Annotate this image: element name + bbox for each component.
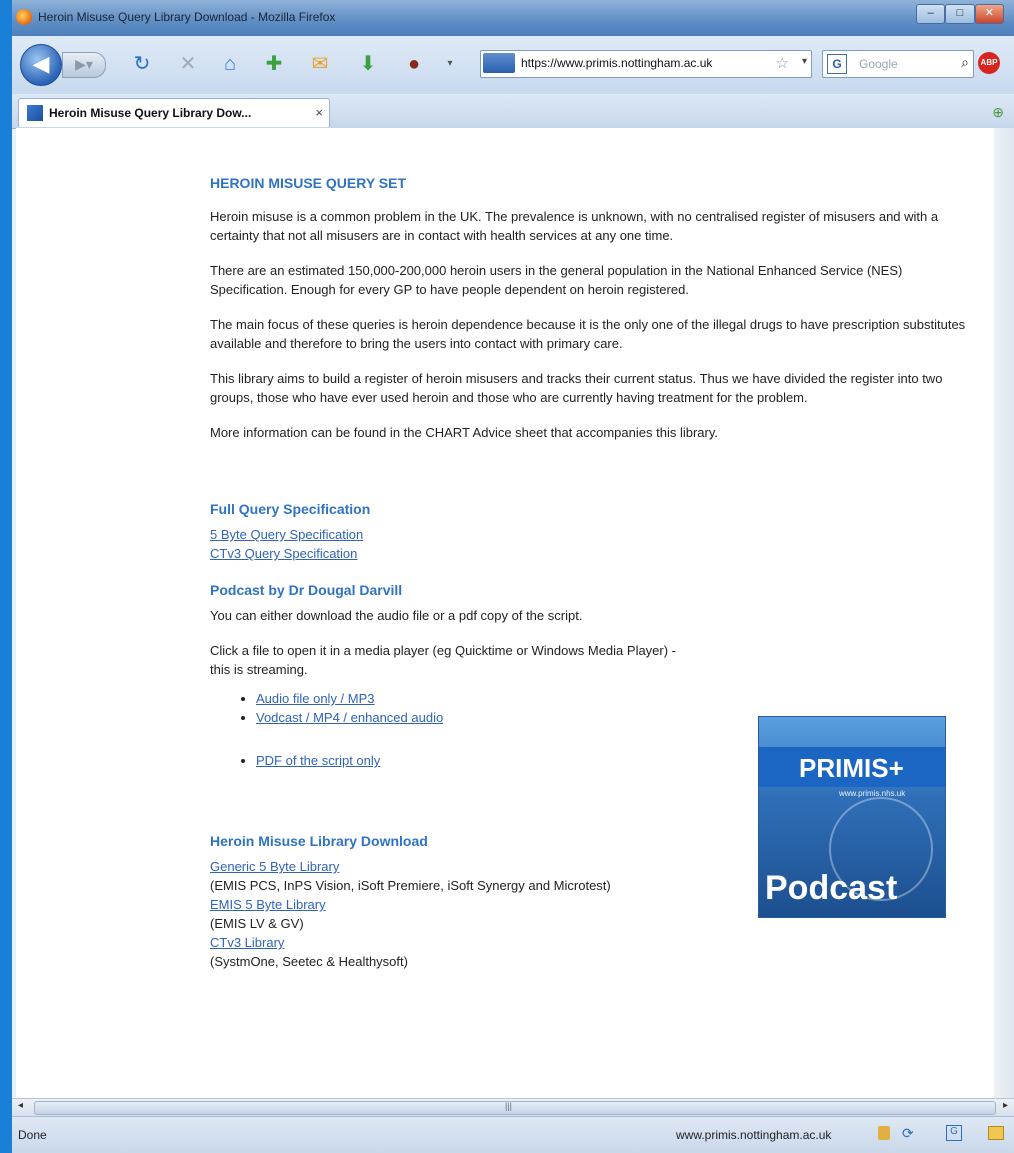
- ctv3-library-desc: (SystmOne, Seetec & Healthysoft): [210, 954, 408, 969]
- window-title: Heroin Misuse Query Library Download - M…: [38, 10, 336, 24]
- primis-podcast-image: PRIMIS+ www.primis.nhs.uk Podcast: [758, 716, 946, 918]
- status-host: www.primis.nottingham.ac.uk: [676, 1128, 832, 1142]
- window-controls: – □ ✕: [916, 4, 1004, 24]
- register-paragraph: This library aims to build a register of…: [210, 371, 943, 405]
- title-bar: Heroin Misuse Query Library Download - M…: [12, 0, 1014, 36]
- horizontal-scrollbar[interactable]: ◂ ||| ▸: [12, 1098, 1014, 1117]
- notes-icon[interactable]: [988, 1126, 1004, 1140]
- url-text: https://www.primis.nottingham.ac.uk: [521, 56, 713, 70]
- download-icon[interactable]: ⬇: [356, 52, 380, 76]
- new-tab-icon[interactable]: ⊕: [992, 104, 1004, 121]
- firefox-icon: [16, 9, 32, 25]
- site-identity-icon[interactable]: [483, 53, 515, 73]
- adblock-icon[interactable]: ABP: [978, 52, 1000, 74]
- spec-heading: Full Query Specification: [210, 501, 371, 517]
- bookmark-star-icon[interactable]: ☆: [776, 54, 789, 72]
- users-paragraph: There are an estimated 150,000-200,000 h…: [210, 263, 903, 297]
- reload-icon[interactable]: ↻: [130, 52, 154, 76]
- intro-paragraph: Heroin misuse is a common problem in the…: [210, 209, 939, 243]
- home-icon[interactable]: ⌂: [218, 52, 242, 76]
- podcast-instructions: Click a file to open it in a media playe…: [210, 643, 677, 677]
- navigation-toolbar: ◀ ▶▾ ↻ ✕ ⌂ ✚ ✉ ⬇ ● ▾ https://www.primis.…: [12, 36, 1014, 94]
- podcast-url-text: www.primis.nhs.uk: [839, 789, 906, 798]
- close-tab-icon[interactable]: ×: [315, 105, 323, 120]
- ctv3-spec-link[interactable]: CTv3 Query Specification: [210, 546, 357, 561]
- address-bar[interactable]: https://www.primis.nottingham.ac.uk ☆ ▾: [480, 50, 812, 78]
- vodcast-link[interactable]: Vodcast / MP4 / enhanced audio: [256, 710, 443, 725]
- url-dropdown-icon[interactable]: ▾: [802, 56, 807, 67]
- addon-icon[interactable]: ●: [402, 52, 426, 76]
- browser-window: Heroin Misuse Query Library Download - M…: [12, 0, 1014, 1153]
- tab-heroin-misuse[interactable]: Heroin Misuse Query Library Dow... ×: [18, 98, 330, 127]
- scroll-left-icon[interactable]: ◂: [18, 1100, 23, 1111]
- sync-icon[interactable]: ⟳: [902, 1125, 914, 1142]
- focus-paragraph: The main focus of these queries is heroi…: [210, 317, 966, 351]
- search-placeholder: Google: [859, 57, 898, 71]
- tab-label: Heroin Misuse Query Library Dow...: [49, 106, 252, 120]
- vertical-scrollbar[interactable]: [994, 128, 1014, 1098]
- close-window-button[interactable]: ✕: [974, 4, 1004, 24]
- page-favicon-icon: [27, 105, 43, 121]
- more-info-paragraph: More information can be found in the CHA…: [210, 425, 718, 440]
- ctv3-library-link[interactable]: CTv3 Library: [210, 935, 284, 950]
- search-engine-icon[interactable]: G: [827, 54, 847, 74]
- podcast-intro: You can either download the audio file o…: [210, 608, 583, 623]
- page-title: HEROIN MISUSE QUERY SET: [210, 175, 407, 191]
- status-text: Done: [18, 1128, 47, 1142]
- minimize-button[interactable]: –: [916, 4, 946, 24]
- podcast-heading: Podcast by Dr Dougal Darvill: [210, 582, 403, 598]
- mail-icon[interactable]: ✉: [308, 52, 332, 76]
- scroll-right-icon[interactable]: ▸: [1003, 1100, 1008, 1111]
- page-content: HEROIN MISUSE QUERY SET Heroin misuse is…: [16, 128, 994, 1098]
- maximize-button[interactable]: □: [945, 4, 975, 24]
- mp3-link[interactable]: Audio file only / MP3: [256, 691, 375, 706]
- generic-5-byte-library-link[interactable]: Generic 5 Byte Library: [210, 859, 339, 874]
- podcast-brand: PRIMIS+: [799, 753, 904, 783]
- scrollbar-thumb[interactable]: |||: [34, 1101, 996, 1115]
- forward-button[interactable]: ▶▾: [62, 52, 106, 78]
- lock-icon[interactable]: [878, 1126, 890, 1140]
- search-box[interactable]: G Google ⌕: [822, 50, 974, 78]
- bookmark-add-icon[interactable]: ✚: [262, 52, 286, 76]
- google-toolbar-icon[interactable]: G: [946, 1125, 962, 1141]
- tab-bar: Heroin Misuse Query Library Dow... × ⊕: [12, 94, 1014, 129]
- toolbar-dropdown-icon[interactable]: ▾: [438, 52, 462, 76]
- podcast-label: Podcast: [765, 869, 898, 907]
- status-bar: Done www.primis.nottingham.ac.uk ⟳ G: [12, 1116, 1014, 1153]
- back-button[interactable]: ◀: [20, 44, 62, 86]
- stop-icon[interactable]: ✕: [176, 52, 200, 76]
- 5-byte-spec-link[interactable]: 5 Byte Query Specification: [210, 527, 363, 542]
- search-icon[interactable]: ⌕: [961, 54, 969, 71]
- pdf-script-link[interactable]: PDF of the script only: [256, 753, 380, 768]
- list-item: Audio file only / MP3: [256, 689, 980, 708]
- emis-5-byte-library-link[interactable]: EMIS 5 Byte Library: [210, 897, 326, 912]
